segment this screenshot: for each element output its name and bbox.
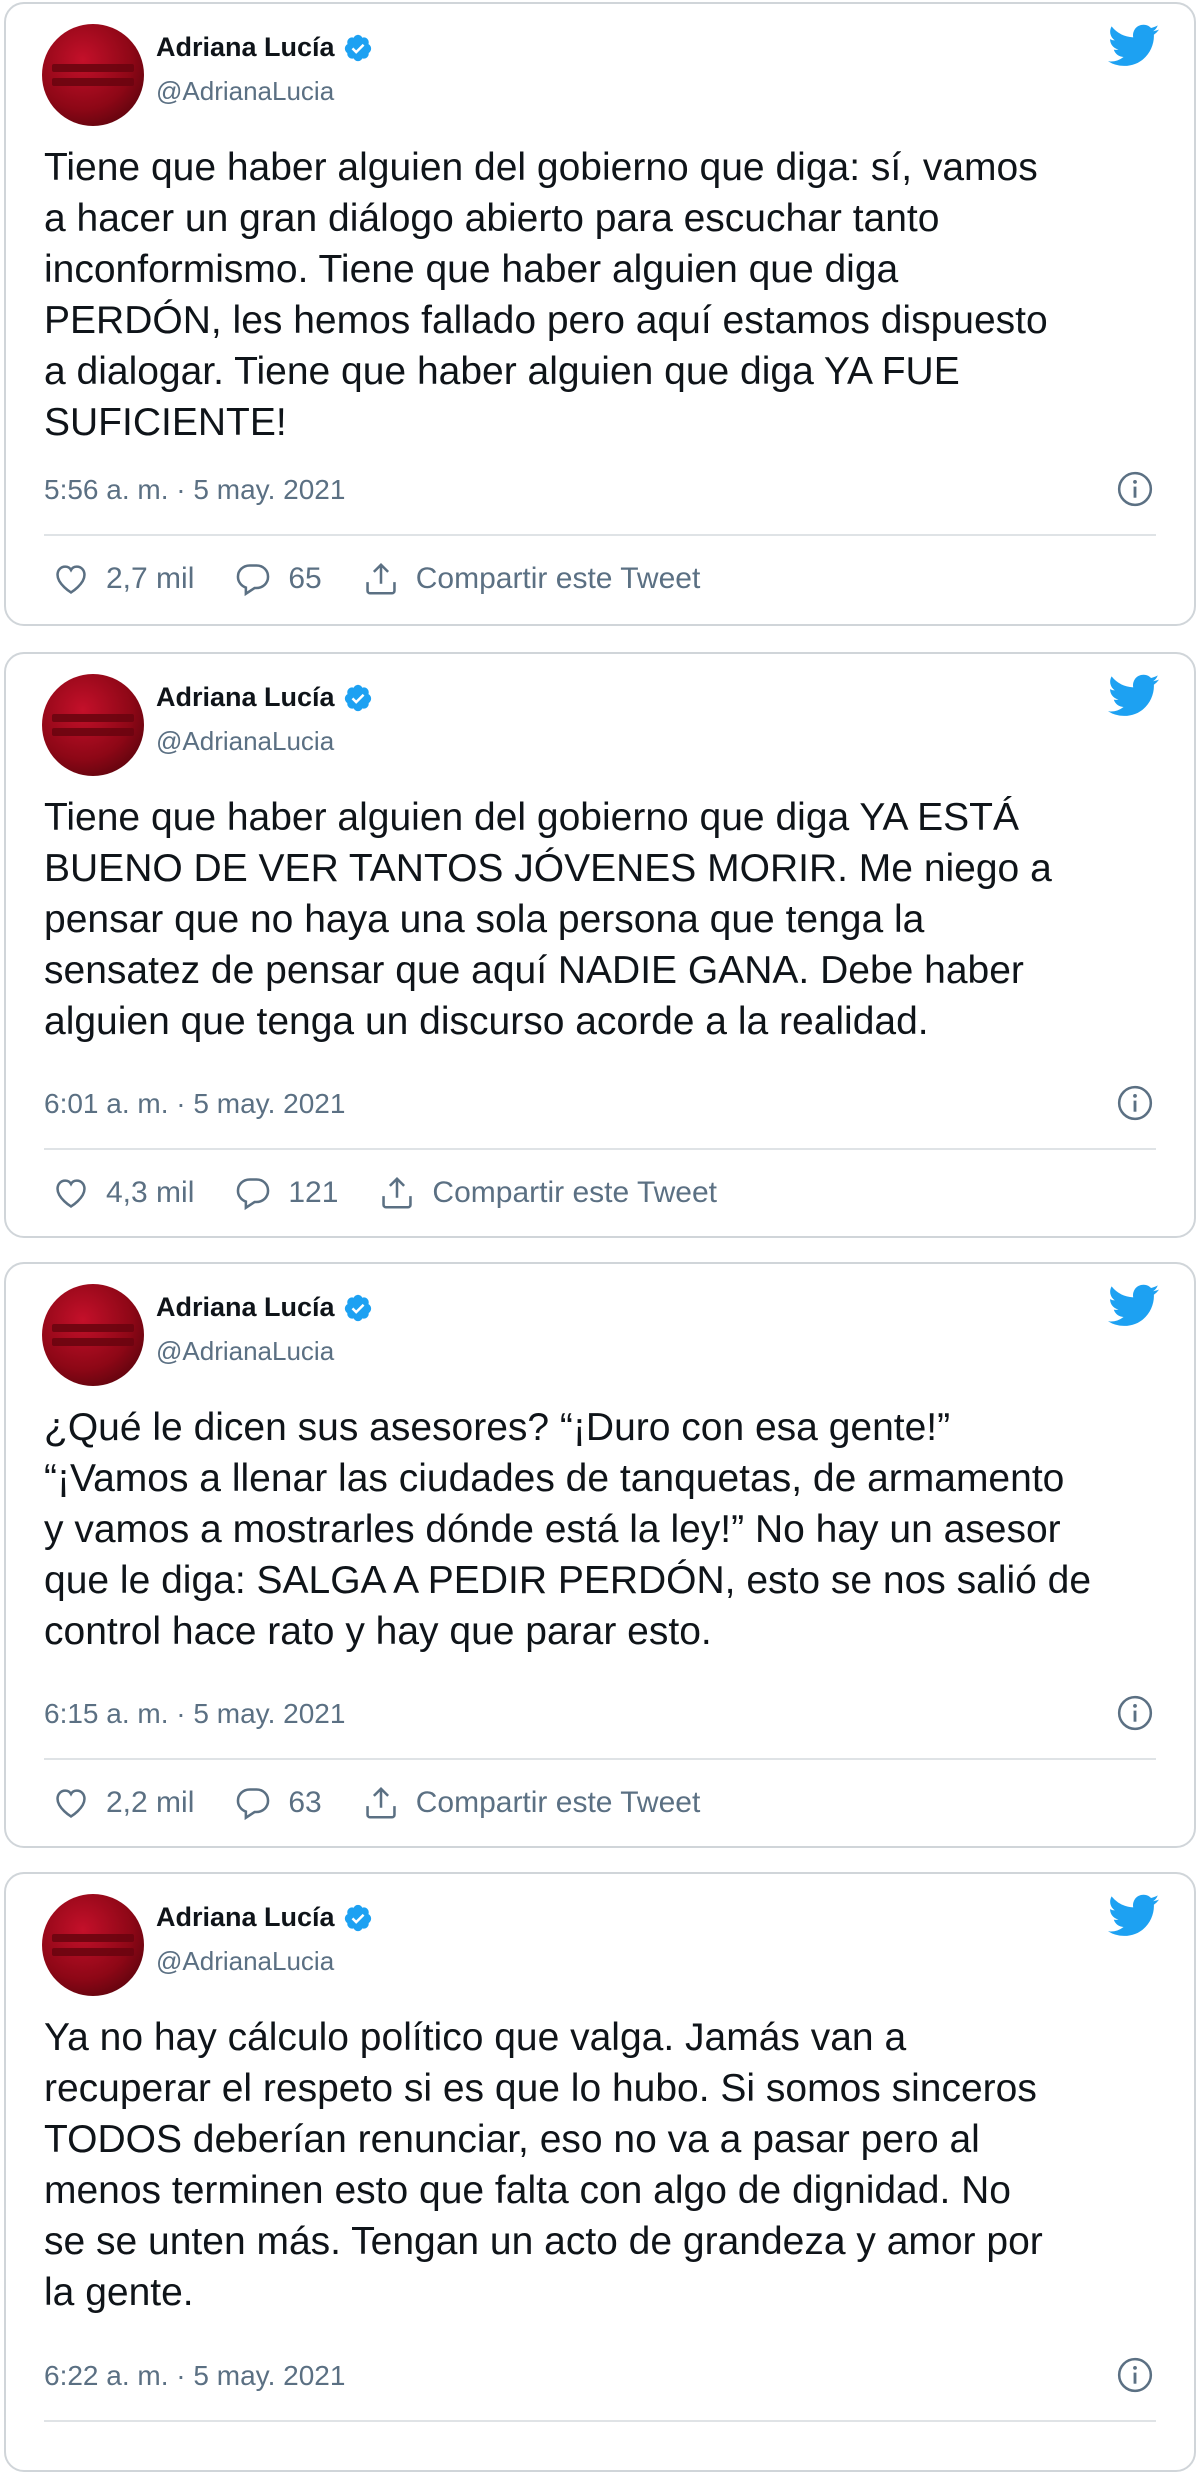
reply-count: 121 bbox=[288, 1176, 339, 1209]
reply-button[interactable]: 63 bbox=[234, 1784, 322, 1822]
heart-icon bbox=[56, 565, 86, 594]
twitter-bird-icon[interactable] bbox=[1108, 1284, 1160, 1328]
divider bbox=[44, 2420, 1156, 2422]
author-name-text: Adriana Lucía bbox=[156, 32, 335, 62]
share-icon bbox=[366, 562, 396, 595]
author-handle[interactable]: @AdrianaLucia bbox=[156, 1336, 334, 1367]
share-icon bbox=[366, 1786, 396, 1819]
tweet-text: Tiene que haber alguien del gobierno que… bbox=[44, 796, 1052, 1043]
tweet-actions: 4,3 mil 121 Compartir este Tweet bbox=[52, 1174, 757, 1212]
author-handle[interactable]: @AdrianaLucia bbox=[156, 726, 334, 757]
share-icon bbox=[382, 1176, 413, 1209]
reply-count: 63 bbox=[288, 1786, 322, 1819]
share-button[interactable]: Compartir este Tweet bbox=[362, 560, 701, 598]
author-handle[interactable]: @AdrianaLucia bbox=[156, 1946, 334, 1977]
verified-badge-icon bbox=[344, 34, 371, 61]
divider bbox=[44, 1758, 1156, 1760]
reply-bubble-icon bbox=[237, 1788, 270, 1821]
verified-badge-icon bbox=[344, 1904, 371, 1931]
reply-button[interactable]: 65 bbox=[234, 560, 322, 598]
tweet-timestamp[interactable]: 6:15 a. m. · 5 may. 2021 bbox=[44, 1698, 345, 1730]
tweet-timestamp[interactable]: 6:22 a. m. · 5 may. 2021 bbox=[44, 2360, 345, 2392]
divider bbox=[44, 1148, 1156, 1150]
author-handle[interactable]: @AdrianaLucia bbox=[156, 76, 334, 107]
tweet-card[interactable]: Adriana Lucía @AdrianaLucia Ya no hay cá… bbox=[4, 1872, 1196, 2472]
tweet-text: ¿Qué le dicen sus asesores? “¡Duro con e… bbox=[44, 1406, 1092, 1653]
share-button[interactable]: Compartir este Tweet bbox=[378, 1174, 717, 1212]
like-count: 2,7 mil bbox=[106, 562, 195, 595]
reply-bubble-icon bbox=[237, 1178, 270, 1211]
author-name[interactable]: Adriana Lucía bbox=[156, 1902, 373, 1933]
heart-icon bbox=[56, 1179, 86, 1208]
avatar[interactable] bbox=[42, 24, 144, 126]
tweet-actions: 2,2 mil 63 Compartir este Tweet bbox=[52, 1784, 740, 1822]
author-name-text: Adriana Lucía bbox=[156, 1902, 335, 1932]
tweet-timestamp[interactable]: 5:56 a. m. · 5 may. 2021 bbox=[44, 474, 345, 506]
reply-bubble-icon bbox=[237, 564, 270, 597]
tweet-card[interactable]: Adriana Lucía @AdrianaLucia Tiene que ha… bbox=[4, 2, 1196, 626]
like-button[interactable]: 2,7 mil bbox=[52, 560, 194, 598]
author-name[interactable]: Adriana Lucía bbox=[156, 682, 373, 713]
info-icon[interactable] bbox=[1116, 2356, 1154, 2394]
tweet-timestamp[interactable]: 6:01 a. m. · 5 may. 2021 bbox=[44, 1088, 345, 1120]
share-label: Compartir este Tweet bbox=[432, 1176, 717, 1209]
heart-icon bbox=[56, 1789, 86, 1818]
reply-count: 65 bbox=[288, 562, 322, 595]
avatar[interactable] bbox=[42, 1894, 144, 1996]
author-name[interactable]: Adriana Lucía bbox=[156, 1292, 373, 1323]
share-label: Compartir este Tweet bbox=[415, 562, 701, 595]
divider bbox=[44, 534, 1156, 536]
info-icon[interactable] bbox=[1116, 470, 1154, 508]
author-name-text: Adriana Lucía bbox=[156, 682, 335, 712]
info-icon[interactable] bbox=[1116, 1084, 1154, 1122]
verified-badge-icon bbox=[344, 684, 371, 711]
like-button[interactable]: 4,3 mil bbox=[52, 1174, 194, 1212]
like-button[interactable]: 2,2 mil bbox=[52, 1784, 194, 1822]
share-label: Compartir este Tweet bbox=[415, 1786, 701, 1819]
twitter-bird-icon[interactable] bbox=[1108, 1894, 1160, 1938]
twitter-bird-icon[interactable] bbox=[1108, 24, 1160, 68]
verified-badge-icon bbox=[344, 1294, 371, 1321]
twitter-bird-icon[interactable] bbox=[1108, 674, 1160, 718]
tweet-card[interactable]: Adriana Lucía @AdrianaLucia Tiene que ha… bbox=[4, 652, 1196, 1238]
like-count: 2,2 mil bbox=[106, 1786, 195, 1819]
author-name-text: Adriana Lucía bbox=[156, 1292, 335, 1322]
avatar[interactable] bbox=[42, 674, 144, 776]
info-icon[interactable] bbox=[1116, 1694, 1154, 1732]
author-name[interactable]: Adriana Lucía bbox=[156, 32, 373, 63]
avatar[interactable] bbox=[42, 1284, 144, 1386]
tweet-text: Tiene que haber alguien del gobierno que… bbox=[44, 146, 1048, 444]
tweet-text: Ya no hay cálculo político que valga. Ja… bbox=[44, 2016, 1043, 2314]
like-count: 4,3 mil bbox=[106, 1176, 195, 1209]
reply-button[interactable]: 121 bbox=[234, 1174, 338, 1212]
share-button[interactable]: Compartir este Tweet bbox=[362, 1784, 701, 1822]
tweet-card[interactable]: Adriana Lucía @AdrianaLucia ¿Qué le dice… bbox=[4, 1262, 1196, 1848]
tweet-actions: 2,7 mil 65 Compartir este Tweet bbox=[52, 560, 740, 598]
